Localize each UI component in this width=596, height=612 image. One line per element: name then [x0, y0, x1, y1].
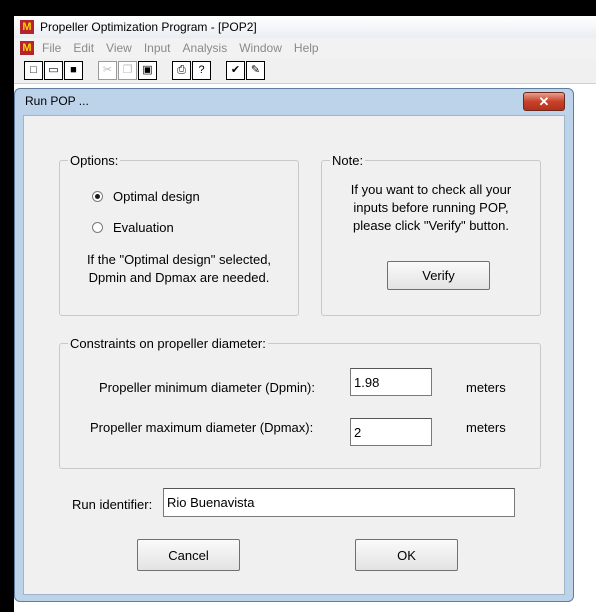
dpmax-unit: meters [466, 420, 506, 435]
save-icon[interactable]: ■ [64, 61, 83, 80]
document-logo-icon[interactable]: M [20, 41, 34, 55]
menu-window[interactable]: Window [239, 41, 282, 55]
cut-icon[interactable]: ✂ [98, 61, 117, 80]
note-line2: inputs before running POP, [353, 200, 509, 215]
app-title: Propeller Optimization Program - [POP2] [40, 20, 257, 34]
dpmax-input[interactable] [350, 418, 432, 446]
copy-icon[interactable]: ❐ [118, 61, 137, 80]
menu-file[interactable]: File [42, 41, 61, 55]
evaluation-radio-dot[interactable] [92, 222, 103, 233]
evaluation-radio[interactable]: Evaluation [92, 220, 174, 235]
options-label: Options: [68, 153, 121, 168]
note-text: If you want to check all your inputs bef… [322, 181, 540, 235]
menu-edit[interactable]: Edit [73, 41, 94, 55]
note-line3: please click "Verify" button. [353, 218, 509, 233]
evaluation-label: Evaluation [113, 220, 174, 235]
run-identifier-label: Run identifier: [72, 497, 153, 512]
app-logo-icon: M [20, 20, 34, 34]
run-identifier-input[interactable] [163, 488, 515, 517]
cancel-button[interactable]: Cancel [137, 539, 240, 571]
options-group: Options: Optimal design Evaluation If th… [59, 153, 299, 316]
menu-analysis[interactable]: Analysis [183, 41, 228, 55]
options-hint-line1: If the "Optimal design" selected, [86, 252, 272, 267]
menu-view[interactable]: View [106, 41, 132, 55]
print-icon[interactable]: ⎙ [172, 61, 191, 80]
dialog-body: Options: Optimal design Evaluation If th… [23, 115, 565, 595]
verify-button[interactable]: Verify [387, 261, 490, 290]
note-group: Note: If you want to check all your inpu… [321, 153, 541, 316]
dpmin-unit: meters [466, 380, 506, 395]
constraints-label: Constraints on propeller diameter: [68, 336, 268, 351]
menu-input[interactable]: Input [144, 41, 171, 55]
menubar: M File Edit View Input Analysis Window H… [14, 38, 596, 58]
run-icon[interactable]: ✔ [226, 61, 245, 80]
paste-icon[interactable]: ▣ [138, 61, 157, 80]
ok-button[interactable]: OK [355, 539, 458, 571]
options-hint: If the "Optimal design" selected, Dpmin … [60, 251, 298, 287]
note-label: Note: [330, 153, 366, 168]
help-icon[interactable]: ? [192, 61, 211, 80]
dpmin-label: Propeller minimum diameter (Dpmin): [99, 380, 315, 395]
close-icon: ✕ [538, 93, 550, 109]
dpmin-input[interactable] [350, 368, 432, 396]
dialog-title: Run POP ... [25, 94, 89, 108]
app-titlebar: M Propeller Optimization Program - [POP2… [14, 16, 596, 38]
optimal-design-radio-dot[interactable] [92, 191, 103, 202]
optimal-design-radio[interactable]: Optimal design [92, 189, 200, 204]
constraints-group: Constraints on propeller diameter: Prope… [59, 336, 541, 469]
run-pop-dialog: Run POP ... ✕ Options: Optimal design Ev… [14, 88, 574, 602]
open-folder-icon[interactable]: ▭ [44, 61, 63, 80]
optimal-design-label: Optimal design [113, 189, 200, 204]
dialog-titlebar[interactable]: Run POP ... ✕ [15, 89, 573, 113]
menu-help[interactable]: Help [294, 41, 319, 55]
edit-icon[interactable]: ✎ [246, 61, 265, 80]
close-button[interactable]: ✕ [523, 92, 565, 111]
dpmax-label: Propeller maximum diameter (Dpmax): [90, 420, 314, 435]
options-hint-line2: Dpmin and Dpmax are needed. [88, 270, 270, 285]
new-file-icon[interactable]: □ [24, 61, 43, 80]
toolbar: □ ▭ ■ ✂ ❐ ▣ ⎙ ? ✔ ✎ [14, 58, 596, 84]
note-line1: If you want to check all your [350, 182, 512, 197]
